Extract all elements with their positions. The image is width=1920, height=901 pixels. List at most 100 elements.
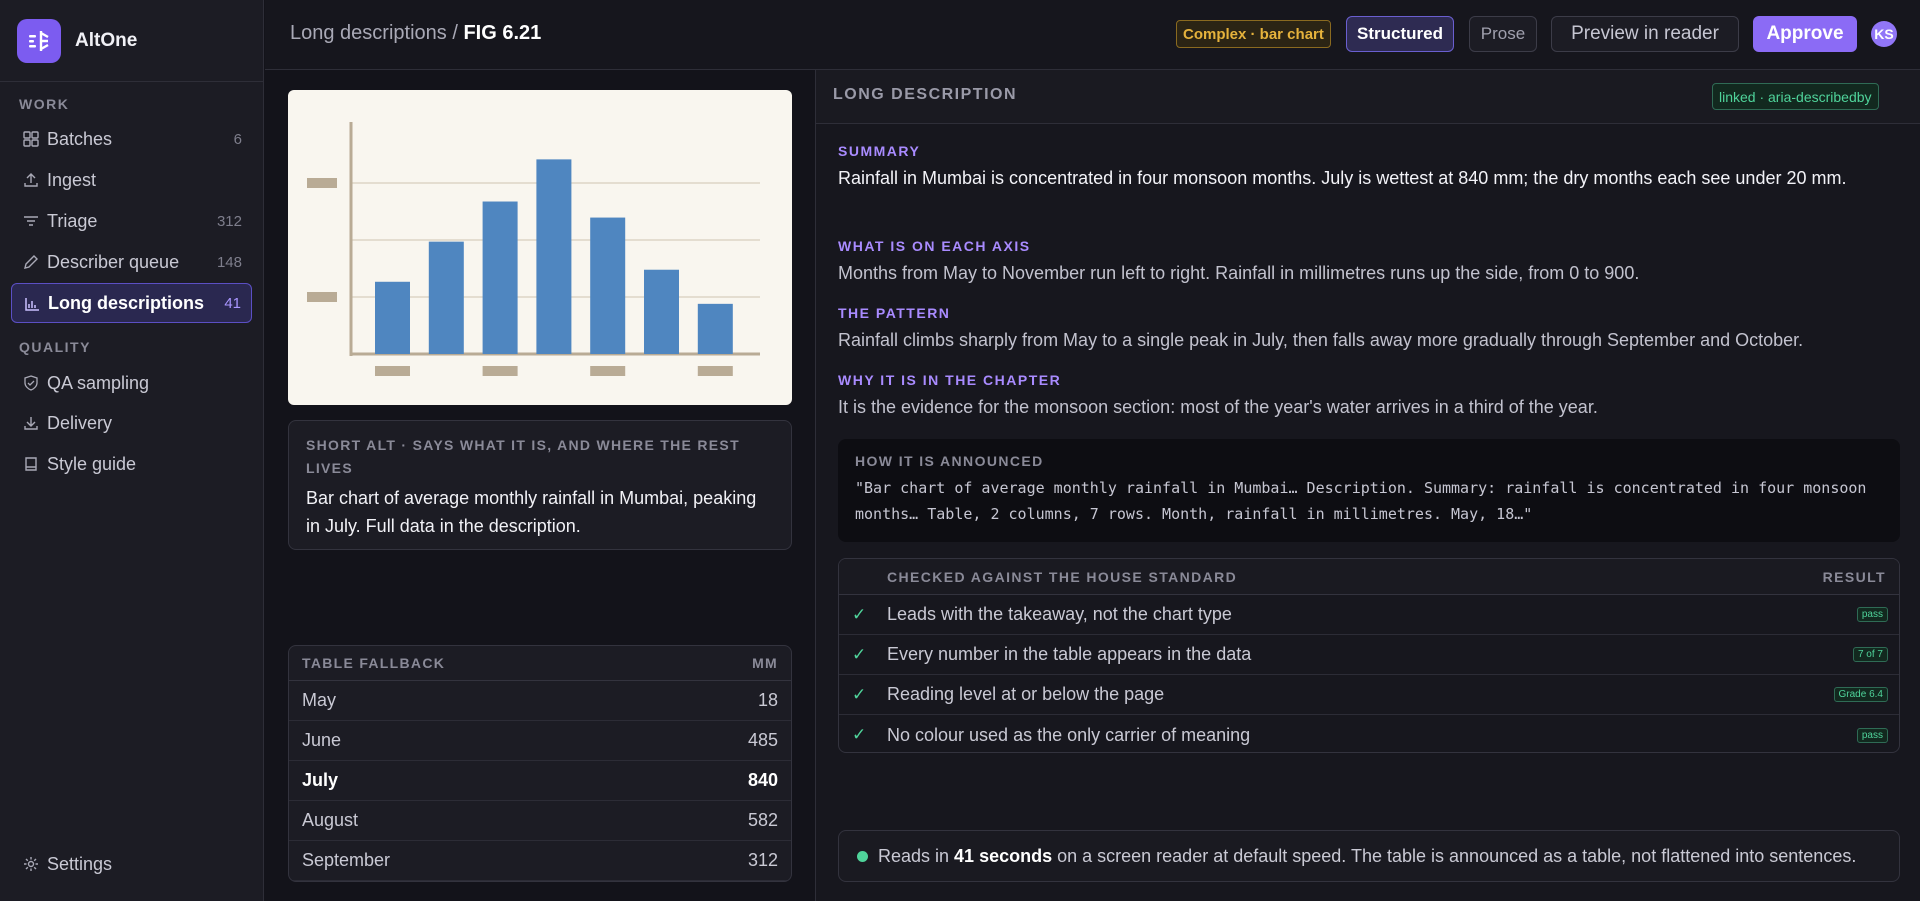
status-dot-icon: [857, 850, 868, 862]
sidebar-item-count: 6: [233, 130, 242, 148]
checks-header: CHECKED AGAINST THE HOUSE STANDARD RESUL…: [839, 559, 1899, 595]
table-cell-month: August: [302, 810, 359, 830]
check-icon: ✓: [852, 684, 867, 704]
chart-x-tick-label: [697, 366, 733, 376]
table-fallback-header: TABLE FALLBACK MM: [289, 646, 791, 681]
sidebar-item-long-descriptions[interactable]: Long descriptions 41: [11, 283, 252, 323]
reading-time-note: Reads in 41 seconds on a screen reader a…: [838, 830, 1900, 882]
bar-chart: [307, 122, 760, 376]
table-row: August 582: [289, 801, 791, 841]
check-text: Leads with the takeaway, not the chart t…: [887, 604, 1232, 624]
table-cell-mm: 840: [747, 770, 778, 790]
table-cell-mm: 18: [757, 690, 778, 710]
check-icon: ✓: [852, 604, 867, 624]
chart-y-tick-label: [307, 292, 337, 302]
sidebar-item-settings[interactable]: Settings: [11, 844, 252, 884]
breadcrumb-parent[interactable]: Long descriptions: [290, 22, 447, 44]
reading-time-value: 41 seconds: [954, 845, 1053, 866]
summary-text[interactable]: Rainfall in Mumbai is concentrated in fo…: [838, 165, 1898, 192]
chart-y-tick-label: [307, 178, 337, 188]
panel-header: LONG DESCRIPTION linked · aria-described…: [816, 70, 1920, 124]
grid-icon: [23, 131, 39, 147]
chart-bar-august: [536, 159, 572, 354]
sidebar-item-style-guide[interactable]: Style guide: [11, 444, 252, 484]
chart-x-tick-label: [375, 366, 410, 376]
table-fallback-title: TABLE FALLBACK: [302, 655, 446, 671]
sidebar-item-triage[interactable]: Triage 312: [11, 201, 252, 241]
chart-bar-september: [590, 217, 626, 354]
summary-label: SUMMARY: [838, 143, 921, 159]
short-alt-text: Bar chart of average monthly rainfall in…: [306, 488, 757, 536]
pencil-icon: [24, 255, 38, 269]
table-cell-mm: 312: [747, 850, 778, 870]
approve-button[interactable]: Approve: [1753, 16, 1857, 52]
announcement-preview: HOW IT IS ANNOUNCED "Bar chart of averag…: [838, 439, 1900, 542]
sidebar-item-batches[interactable]: Batches 6: [11, 119, 252, 159]
table-cell-mm: 485: [747, 730, 778, 750]
structured-toggle-button[interactable]: Structured: [1346, 16, 1454, 52]
checks-result-heading: RESULT: [1822, 568, 1886, 585]
check-result-badge: pass: [1856, 607, 1888, 622]
check-row: ✓ No colour used as the only carrier of …: [839, 715, 1899, 752]
why-text[interactable]: It is the evidence for the monsoon secti…: [838, 394, 1898, 421]
reading-time-prefix: Reads in: [878, 845, 950, 866]
gear-icon: [24, 857, 38, 871]
check-row: ✓ Leads with the takeaway, not the chart…: [839, 595, 1899, 635]
axis-label: WHAT IS ON EACH AXIS: [838, 238, 1031, 254]
table-fallback-unit: MM: [752, 655, 778, 671]
preview-in-reader-button[interactable]: Preview in reader: [1551, 16, 1739, 52]
check-result-badge: pass: [1856, 727, 1888, 743]
check-result-badge: Grade 6.4: [1833, 687, 1888, 702]
table-row: May 18: [289, 681, 791, 721]
breadcrumb-separator: /: [452, 22, 458, 44]
reading-time-suffix: on a screen reader at default speed. The…: [1057, 845, 1857, 866]
filter-icon: [24, 216, 38, 226]
sidebar-item-label: Triage: [47, 210, 98, 231]
long-description-panel: LONG DESCRIPTION linked · aria-described…: [815, 70, 1920, 901]
check-row: ✓ Reading level at or below the page Gra…: [839, 675, 1899, 715]
section-label-quality: QUALITY: [19, 339, 91, 355]
download-icon: [24, 417, 38, 430]
table-cell-month: July: [302, 770, 339, 790]
chart-bar-october: [644, 269, 679, 354]
book-icon: [25, 457, 37, 471]
sidebar-item-count: 41: [224, 294, 241, 312]
table-cell-month: September: [302, 850, 391, 870]
short-alt-card[interactable]: SHORT ALT · SAYS WHAT IT IS, AND WHERE T…: [288, 420, 792, 550]
pattern-label: THE PATTERN: [838, 305, 951, 321]
why-label: WHY IT IS IN THE CHAPTER: [838, 372, 1062, 388]
avatar[interactable]: KS: [1871, 21, 1897, 47]
sidebar-item-label: Describer queue: [47, 251, 180, 272]
chart-bar-november: [697, 303, 733, 354]
upload-icon: [24, 173, 38, 187]
panel-title: LONG DESCRIPTION: [833, 86, 1018, 103]
table-fallback: TABLE FALLBACK MM May 18 June 485 July 840 …: [288, 645, 792, 882]
chart-x-tick-label: [482, 366, 518, 376]
top-bar: Long descriptions / FIG 6.21 Complex · b…: [265, 0, 1920, 70]
sidebar-item-describer-queue[interactable]: Describer queue 148: [11, 242, 252, 282]
table-row: July 840: [289, 761, 791, 801]
prose-toggle-button[interactable]: Prose: [1469, 16, 1537, 52]
breadcrumb-current: FIG 6.21: [463, 22, 542, 44]
sidebar-item-delivery[interactable]: Delivery: [11, 403, 252, 443]
table-row: June 485: [289, 721, 791, 761]
sidebar-item-qa-sampling[interactable]: QA sampling: [11, 363, 252, 403]
sidebar: AltOne WORK Batches 6 Ingest Triage 312 …: [0, 0, 264, 901]
sidebar-item-ingest[interactable]: Ingest: [11, 160, 252, 200]
check-text: Reading level at or below the page: [887, 684, 1165, 704]
table-cell-month: May: [302, 690, 337, 710]
check-row: ✓ Every number in the table appears in t…: [839, 635, 1899, 675]
pattern-text[interactable]: Rainfall climbs sharply from May to a si…: [838, 327, 1898, 354]
sidebar-item-label: Batches: [47, 128, 113, 149]
figure-preview: [288, 90, 792, 405]
standard-checks: CHECKED AGAINST THE HOUSE STANDARD RESUL…: [838, 558, 1900, 753]
sidebar-item-label: Settings: [47, 853, 113, 874]
check-result-badge: 7 of 7: [1852, 647, 1888, 662]
chart-bar-july: [482, 201, 518, 354]
table-cell-month: June: [302, 730, 342, 750]
announcement-text: "Bar chart of average monthly rainfall i…: [855, 479, 1867, 523]
axis-text[interactable]: Months from May to November run left to …: [838, 260, 1898, 287]
check-icon: ✓: [852, 725, 867, 744]
short-alt-label: SHORT ALT · SAYS WHAT IT IS, AND WHERE T…: [306, 437, 740, 476]
table-cell-mm: 582: [747, 810, 778, 830]
